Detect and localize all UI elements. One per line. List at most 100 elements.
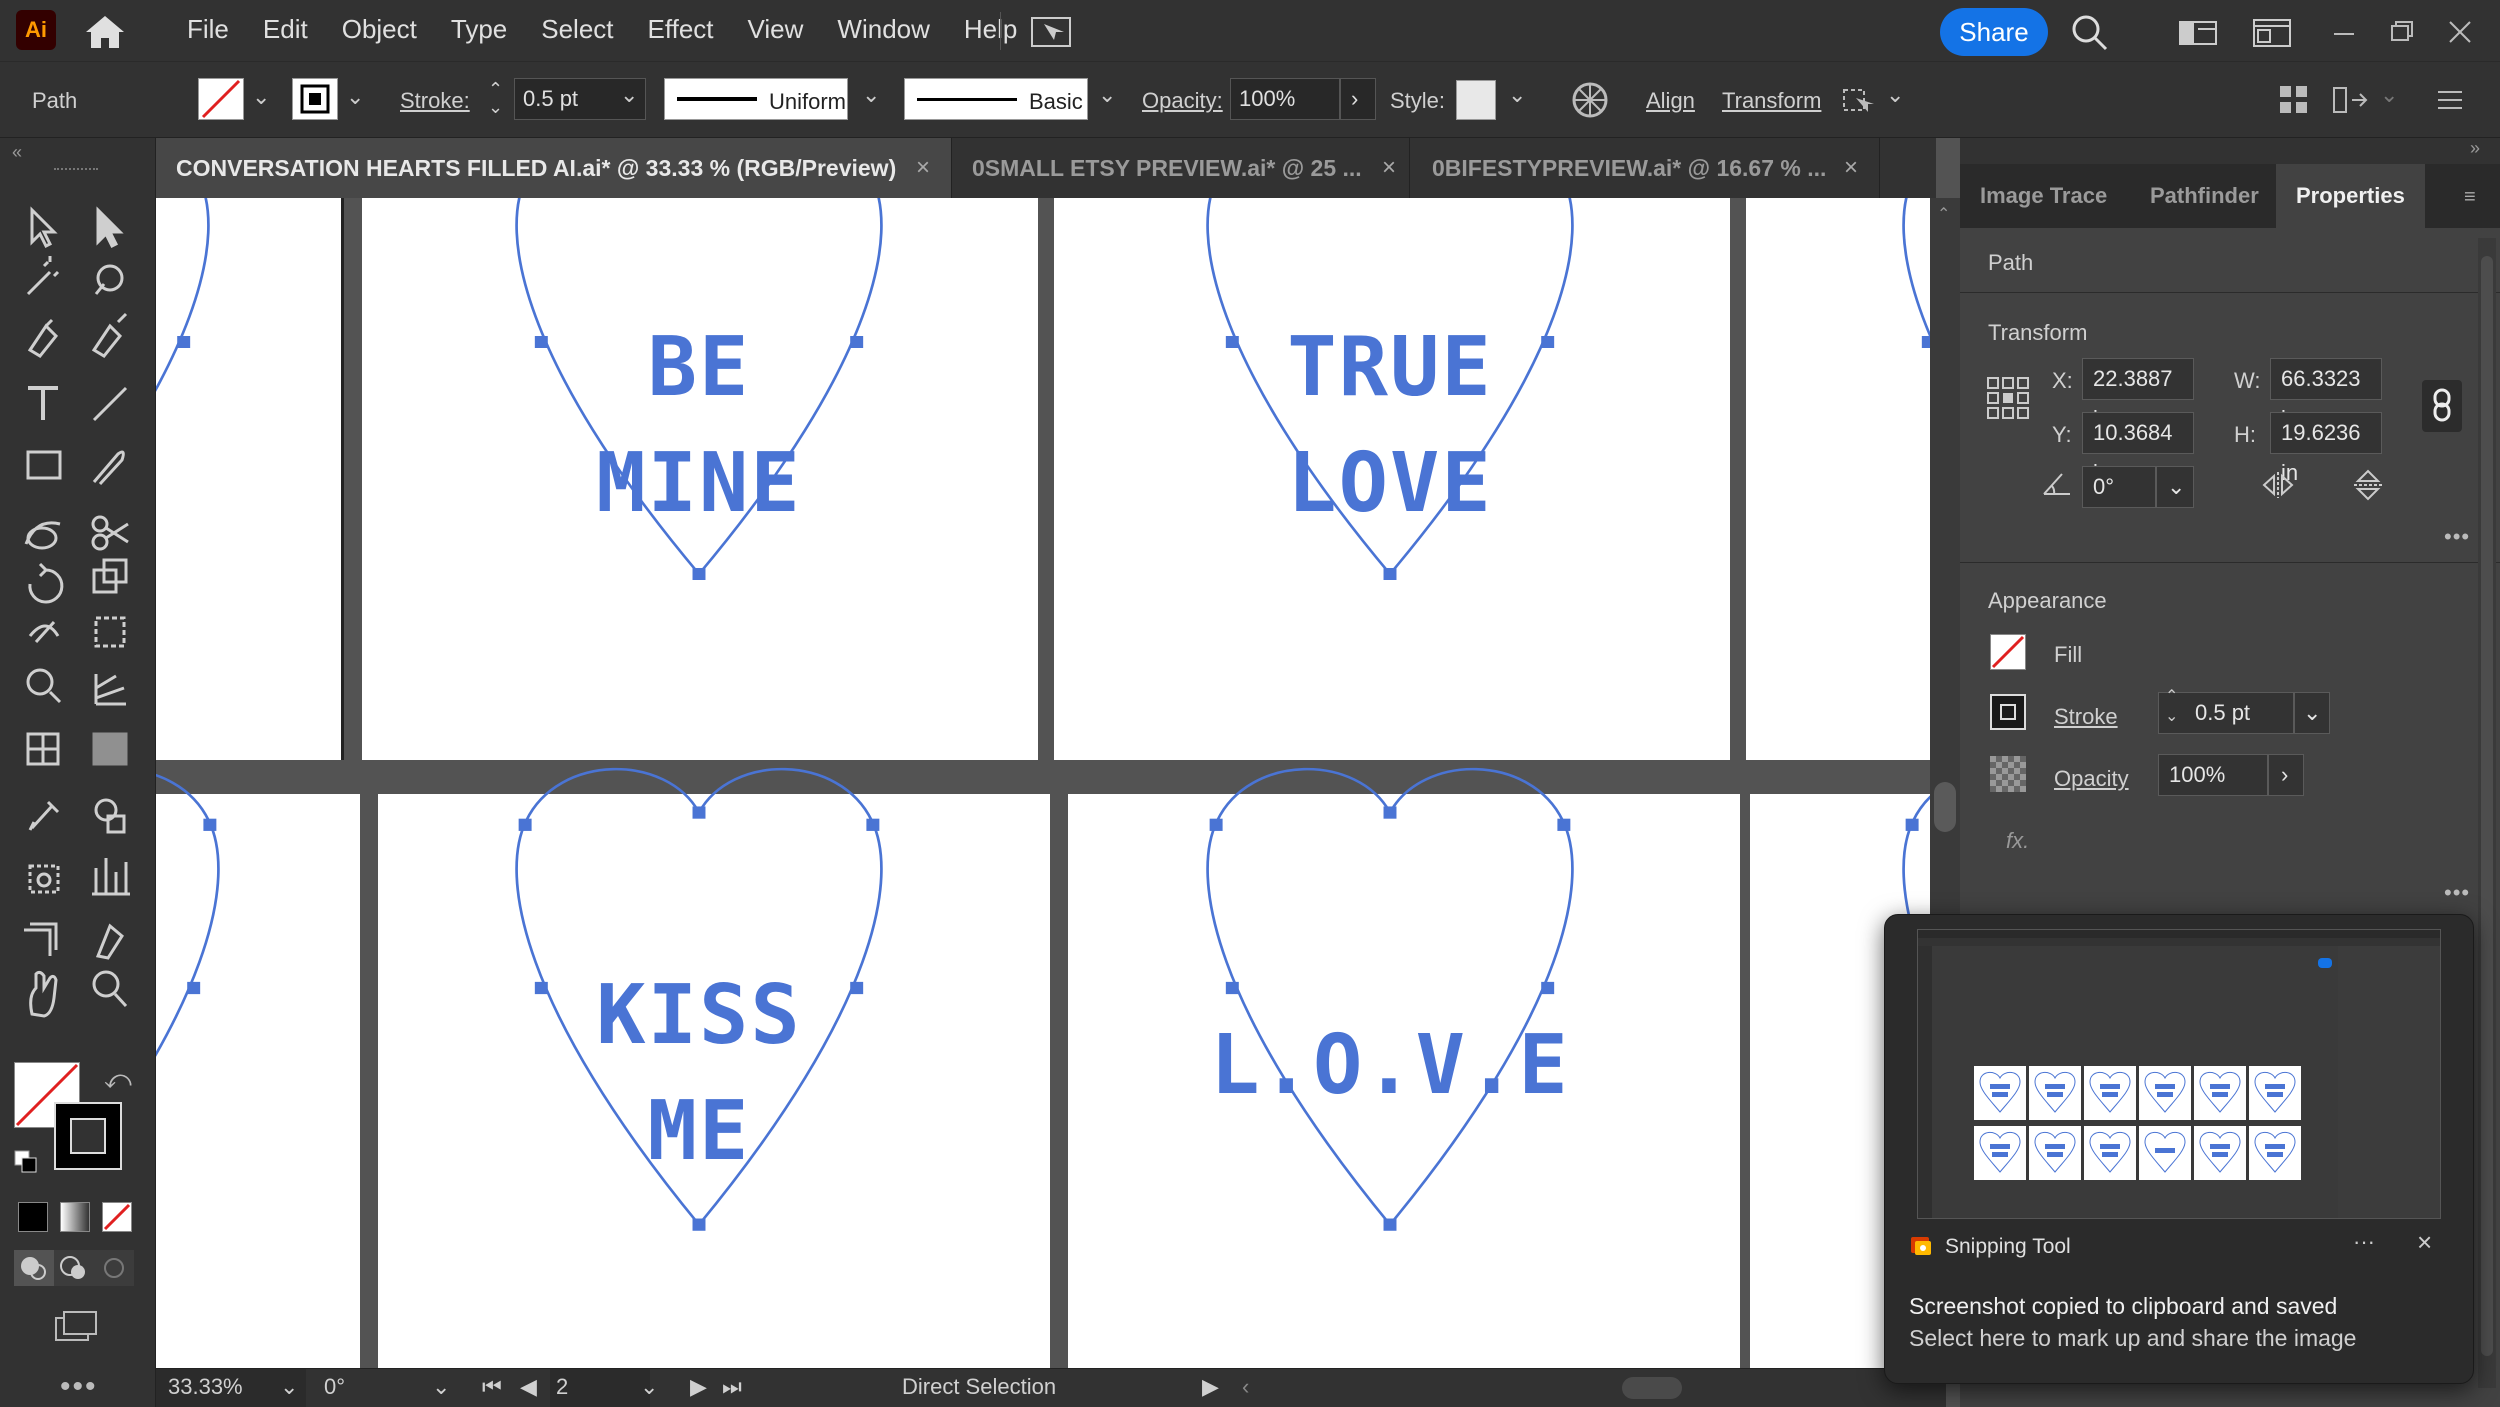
notification-close-icon[interactable]: × [2417, 1227, 2432, 1258]
status-menu-arrow-icon[interactable]: ▶ [1202, 1374, 1219, 1400]
snipping-tool-notification[interactable]: Snipping Tool ··· × Screenshot copied to… [1884, 914, 2474, 1384]
home-icon[interactable] [80, 12, 130, 52]
opacity-arrow-icon[interactable]: › [2268, 754, 2304, 796]
search-icon[interactable] [2068, 12, 2112, 52]
draw-normal-icon[interactable] [14, 1250, 54, 1286]
stroke-label[interactable]: Stroke: [400, 88, 470, 114]
tab-properties[interactable]: Properties [2276, 164, 2425, 228]
brush-definition-select[interactable]: Basic [904, 78, 1088, 120]
menu-effect[interactable]: Effect [631, 14, 731, 45]
restore-icon[interactable] [2380, 12, 2424, 52]
first-artboard-icon[interactable]: ⏮ [482, 1374, 502, 1400]
fill-swatch[interactable] [198, 78, 244, 120]
panel-scrollbar[interactable] [2478, 238, 2496, 1388]
default-colors-icon[interactable] [14, 1150, 38, 1174]
isolate-selection-icon[interactable] [1838, 82, 1878, 118]
tab-pathfinder[interactable]: Pathfinder [2130, 164, 2279, 228]
previous-artboard-icon[interactable]: ◀ [520, 1374, 537, 1400]
constrain-proportions-icon[interactable] [2422, 380, 2462, 432]
artboard-chevron-icon[interactable]: ⌄ [640, 1374, 658, 1400]
appearance-stroke-weight-input[interactable]: ⌃ ⌄ 0.5 pt [2158, 688, 2294, 734]
stroke-color-swatch[interactable] [54, 1102, 122, 1170]
color-mode-icon[interactable] [18, 1202, 48, 1232]
menu-help[interactable]: Help [947, 14, 1034, 45]
transform-link[interactable]: Transform [1722, 88, 1821, 114]
stroke-dropdown-chevron-icon[interactable]: ⌄ [346, 84, 364, 110]
brush-chevron-icon[interactable]: ⌄ [1098, 82, 1116, 108]
tab-small-etsy-preview[interactable]: 0SMALL ETSY PREVIEW.ai* @ 25 ... [952, 138, 1410, 198]
reference-point-icon[interactable] [1986, 376, 2030, 420]
collapse-panels-icon[interactable]: » [2470, 138, 2480, 159]
tab-conversation-hearts[interactable]: CONVERSATION HEARTS FILLED AI.ai* @ 33.3… [156, 138, 952, 198]
close-tab-icon[interactable]: × [1382, 138, 1396, 198]
zoom-chevron-icon[interactable]: ⌄ [280, 1374, 298, 1400]
transform-more-options-icon[interactable]: ••• [2444, 524, 2470, 550]
arrange-documents-icon[interactable] [1024, 14, 1078, 50]
stroke-stepper-icon[interactable]: ⌃ ⌄ [488, 80, 503, 116]
notification-more-icon[interactable]: ··· [2353, 1229, 2375, 1255]
panel-menu-icon[interactable]: ≡ [2464, 186, 2476, 209]
collapse-toolbar-icon[interactable]: « [12, 142, 22, 163]
horizontal-scroll-thumb[interactable] [1622, 1377, 1682, 1399]
tab-image-trace[interactable]: Image Trace [1960, 164, 2127, 228]
stroke-stepper-icon[interactable]: ⌃ ⌄ [2165, 687, 2178, 727]
rotation-angle-input[interactable]: 0° [2082, 466, 2156, 508]
menu-view[interactable]: View [731, 14, 821, 45]
close-tab-icon[interactable]: × [1844, 138, 1858, 198]
fill-dropdown-chevron-icon[interactable]: ⌄ [252, 84, 270, 110]
fx-icon[interactable]: fx. [2006, 828, 2029, 854]
flip-vertical-icon[interactable] [2350, 468, 2386, 502]
width-input[interactable]: 66.3323 in [2270, 358, 2382, 431]
appearance-opacity-input[interactable]: 100% [2158, 754, 2268, 796]
appearance-more-options-icon[interactable]: ••• [2444, 880, 2470, 906]
stroke-weight-chevron-icon[interactable]: ⌄ [620, 82, 638, 108]
close-tab-icon[interactable]: × [916, 138, 930, 198]
recolor-artwork-icon[interactable] [1570, 80, 1610, 120]
menu-edit[interactable]: Edit [246, 14, 325, 45]
opacity-label[interactable]: Opacity: [1142, 88, 1223, 114]
last-artboard-icon[interactable]: ⏭ [722, 1374, 742, 1400]
scroll-thumb[interactable] [1934, 782, 1956, 832]
scroll-up-icon[interactable]: ⌃ [1937, 204, 1950, 224]
rotation-chevron-icon[interactable]: ⌄ [432, 1374, 450, 1400]
rotation-view-input[interactable]: 0° [324, 1374, 345, 1400]
stroke-label[interactable]: Stroke [2054, 704, 2118, 730]
swap-fill-stroke-icon[interactable]: ⤺ [104, 1064, 132, 1096]
panel-scroll-thumb[interactable] [2481, 256, 2493, 1356]
variable-width-profile-select[interactable]: Uniform [664, 78, 848, 120]
scroll-left-icon[interactable]: ‹ [1242, 1374, 1249, 1400]
align-link[interactable]: Align [1646, 88, 1695, 114]
menu-object[interactable]: Object [325, 14, 434, 45]
flip-horizontal-icon[interactable] [2260, 468, 2296, 502]
appearance-stroke-swatch[interactable] [1990, 694, 2026, 730]
minimize-icon[interactable] [2322, 12, 2366, 52]
tab-bif-etsy-preview[interactable]: 0BIFESTYPREVIEW.ai* @ 16.67 % ... [1412, 138, 1880, 198]
menu-window[interactable]: Window [820, 14, 946, 45]
menu-file[interactable]: File [170, 14, 246, 45]
zoom-level-input[interactable]: 33.33% [168, 1374, 243, 1400]
none-mode-icon[interactable] [102, 1202, 132, 1232]
stroke-swatch[interactable] [292, 78, 338, 120]
isolate-chevron-icon[interactable]: ⌄ [1886, 82, 1904, 108]
grid-arrange-icon[interactable] [2276, 82, 2312, 118]
y-position-input[interactable]: 10.3684 in [2082, 412, 2194, 485]
style-chevron-icon[interactable]: ⌄ [1508, 82, 1526, 108]
share-button[interactable]: Share [1940, 8, 2048, 56]
gradient-mode-icon[interactable] [60, 1202, 90, 1232]
opacity-label[interactable]: Opacity [2054, 766, 2129, 792]
screen-mode-icon[interactable] [52, 1308, 100, 1344]
distribute-icon[interactable] [2330, 82, 2374, 118]
graphic-style-swatch[interactable] [1456, 80, 1496, 120]
next-artboard-icon[interactable]: ▶ [690, 1374, 707, 1400]
screenshot-thumbnail[interactable] [1917, 929, 2441, 1219]
x-position-input[interactable]: 22.3887 in [2082, 358, 2194, 431]
distribute-chevron-icon[interactable]: ⌄ [2380, 82, 2398, 108]
workspace-switcher-icon[interactable] [2176, 12, 2220, 52]
panel-layout-icon[interactable] [2250, 12, 2294, 52]
draw-behind-icon[interactable] [54, 1250, 94, 1286]
stroke-weight-chevron-icon[interactable]: ⌄ [2294, 692, 2330, 734]
control-bar-menu-icon[interactable] [2430, 84, 2470, 116]
canvas-area[interactable]: BE MINE TRUE LOVE KISS ME L.O.V.E [156, 198, 1930, 1368]
menu-select[interactable]: Select [524, 14, 630, 45]
profile-chevron-icon[interactable]: ⌄ [862, 82, 880, 108]
